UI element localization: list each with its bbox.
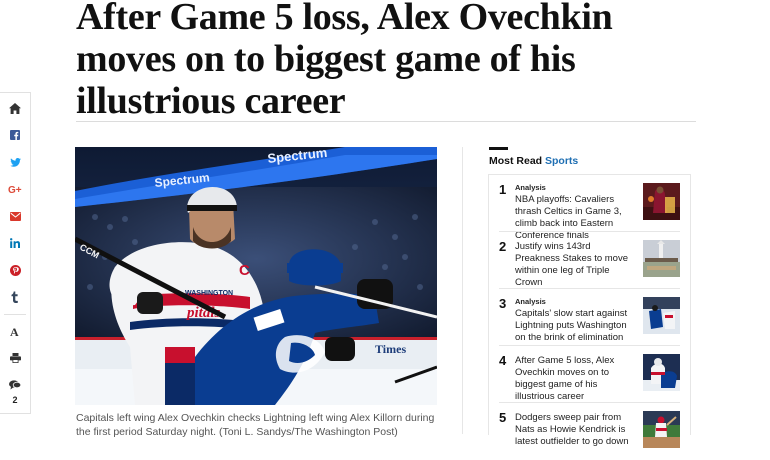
google-plus-icon[interactable]: G+ (0, 178, 30, 200)
rail-divider (4, 314, 26, 315)
most-read-rule (489, 147, 508, 150)
item-title[interactable]: After Game 5 loss, Alex Ovechkin moves o… (515, 355, 636, 403)
facebook-icon[interactable] (0, 124, 30, 146)
column-divider (462, 147, 463, 434)
item-title[interactable]: Dodgers sweep pair from Nats as Howie Ke… (515, 412, 636, 448)
most-read-item-4[interactable]: 4 After Game 5 loss, Alex Ovechkin moves… (489, 346, 690, 403)
item-title[interactable]: Capitals' slow start against Lightning p… (515, 308, 636, 344)
most-read-label: Most Read (489, 155, 543, 167)
home-icon[interactable] (0, 97, 30, 119)
item-title[interactable]: Justify wins 143rd Preakness Stakes to m… (515, 241, 636, 289)
most-read-list: 1 Analysis NBA playoffs: Cavaliers thras… (488, 174, 691, 448)
thumbnail-basketball[interactable] (643, 183, 680, 220)
rank-number: 5 (499, 410, 507, 425)
thumbnail-hockey-goal[interactable] (643, 297, 680, 334)
twitter-icon[interactable] (0, 151, 30, 173)
comments-icon[interactable] (0, 374, 30, 396)
headline-divider (76, 121, 696, 122)
most-read-title: Most Read Sports (489, 155, 578, 167)
item-kicker: Analysis (515, 297, 546, 306)
article-photo[interactable]: Spectrum Spectrum Times WASHINGTON pital… (75, 147, 437, 405)
print-icon[interactable] (0, 347, 30, 369)
most-read-item-3[interactable]: 3 Analysis Capitals' slow start against … (489, 289, 690, 346)
pinterest-icon[interactable] (0, 259, 30, 281)
rank-number: 1 (499, 182, 507, 197)
photo-caption: Capitals left wing Alex Ovechkin checks … (76, 412, 435, 438)
photo-text-captain: C (239, 262, 250, 279)
thumbnail-hockey[interactable] (643, 354, 680, 391)
linkedin-icon[interactable] (0, 232, 30, 254)
article-headline: After Game 5 loss, Alex Ovechkin moves o… (76, 0, 613, 122)
font-size-icon[interactable]: A (0, 320, 30, 342)
rank-number: 4 (499, 353, 507, 368)
share-rail: G+ A 2 (0, 92, 31, 414)
photo-text-jersey-name: WASHINGTON (185, 290, 233, 297)
tumblr-icon[interactable] (0, 286, 30, 308)
most-read-section[interactable]: Sports (545, 155, 578, 167)
thumbnail-baseball[interactable] (643, 411, 680, 448)
most-read-item-2[interactable]: 2 Justify wins 143rd Preakness Stakes to… (489, 232, 690, 289)
rank-number: 3 (499, 296, 507, 311)
svg-text:G+: G+ (8, 185, 22, 194)
thumbnail-racetrack[interactable] (643, 240, 680, 277)
comment-count[interactable]: 2 (0, 395, 30, 405)
email-icon[interactable] (0, 205, 30, 227)
most-read-item-5[interactable]: 5 Dodgers sweep pair from Nats as Howie … (489, 403, 690, 460)
rank-number: 2 (499, 239, 507, 254)
svg-text:A: A (10, 325, 19, 337)
photo-text-board-ad: Times (375, 342, 406, 356)
most-read-item-1[interactable]: 1 Analysis NBA playoffs: Cavaliers thras… (489, 175, 690, 241)
item-kicker: Analysis (515, 183, 546, 192)
